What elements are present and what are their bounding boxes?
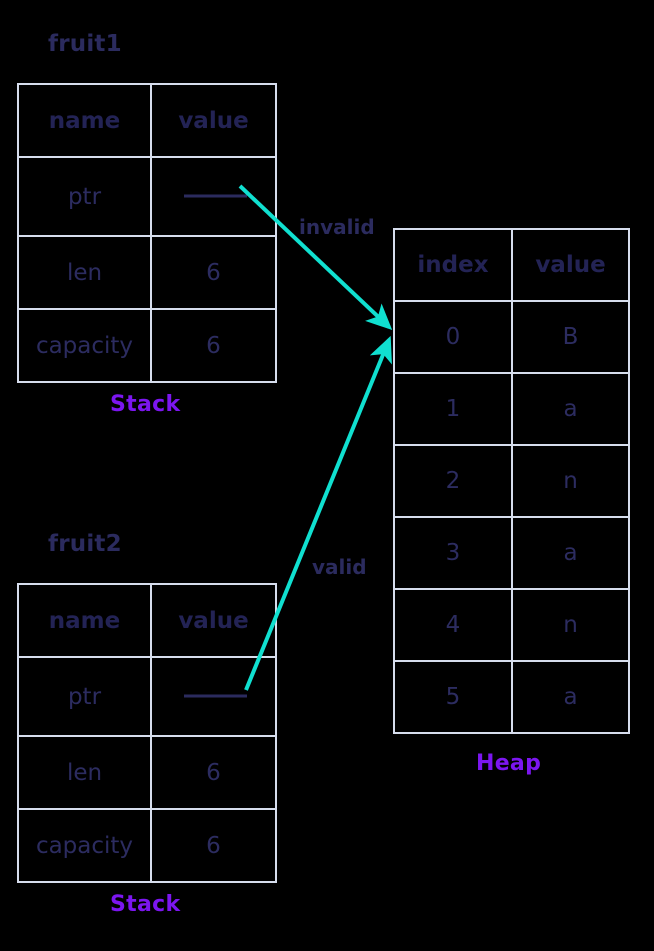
field-name-capacity: capacity	[17, 308, 152, 383]
heap-value-cell: n	[511, 444, 630, 518]
variable-label-fruit1: fruit1	[48, 31, 122, 57]
table-row: 4 n	[393, 588, 630, 662]
table-row: index value	[393, 228, 630, 302]
table-row: len 6	[17, 735, 277, 810]
region-label-heap: Heap	[476, 751, 542, 776]
field-value-capacity: 6	[150, 808, 277, 883]
table-row: name value	[17, 583, 277, 658]
field-name-capacity: capacity	[17, 808, 152, 883]
field-value-ptr	[150, 156, 277, 237]
table-row: 3 a	[393, 516, 630, 590]
column-header-value: value	[511, 228, 630, 302]
table-row: 1 a	[393, 372, 630, 446]
pointer-line-icon	[184, 194, 247, 198]
edge-label-invalid: invalid	[299, 215, 375, 239]
table-row: ptr	[17, 156, 277, 237]
table-row: 5 a	[393, 660, 630, 734]
heap-index-cell: 5	[393, 660, 513, 734]
field-value-len: 6	[150, 235, 277, 310]
field-value-len: 6	[150, 735, 277, 810]
table-row: capacity 6	[17, 808, 277, 883]
table-row: len 6	[17, 235, 277, 310]
stack-table-fruit1: name value ptr len 6 capacity 6	[17, 83, 277, 383]
column-header-name: name	[17, 83, 152, 158]
table-row: name value	[17, 83, 277, 158]
pointer-line-icon	[184, 694, 247, 698]
edge-label-valid: valid	[312, 555, 367, 579]
heap-index-cell: 4	[393, 588, 513, 662]
field-name-ptr: ptr	[17, 656, 152, 737]
region-label-stack-1: Stack	[110, 392, 181, 417]
heap-value-cell: n	[511, 588, 630, 662]
heap-value-cell: B	[511, 300, 630, 374]
column-header-index: index	[393, 228, 513, 302]
heap-index-cell: 2	[393, 444, 513, 518]
column-header-name: name	[17, 583, 152, 658]
field-name-len: len	[17, 735, 152, 810]
region-label-stack-2: Stack	[110, 892, 181, 917]
table-row: 0 B	[393, 300, 630, 374]
column-header-value: value	[150, 583, 277, 658]
heap-value-cell: a	[511, 516, 630, 590]
heap-index-cell: 3	[393, 516, 513, 590]
variable-label-fruit2: fruit2	[48, 531, 122, 557]
field-value-capacity: 6	[150, 308, 277, 383]
stack-table-fruit2: name value ptr len 6 capacity 6	[17, 583, 277, 883]
heap-index-cell: 0	[393, 300, 513, 374]
heap-value-cell: a	[511, 660, 630, 734]
heap-table: index value 0 B 1 a 2 n 3 a 4 n 5 a	[393, 228, 630, 734]
table-row: capacity 6	[17, 308, 277, 383]
diagram-canvas: fruit1 name value ptr len 6 capacity 6 S…	[0, 0, 654, 951]
column-header-value: value	[150, 83, 277, 158]
heap-index-cell: 1	[393, 372, 513, 446]
heap-value-cell: a	[511, 372, 630, 446]
field-name-ptr: ptr	[17, 156, 152, 237]
field-value-ptr	[150, 656, 277, 737]
table-row: 2 n	[393, 444, 630, 518]
table-row: ptr	[17, 656, 277, 737]
field-name-len: len	[17, 235, 152, 310]
